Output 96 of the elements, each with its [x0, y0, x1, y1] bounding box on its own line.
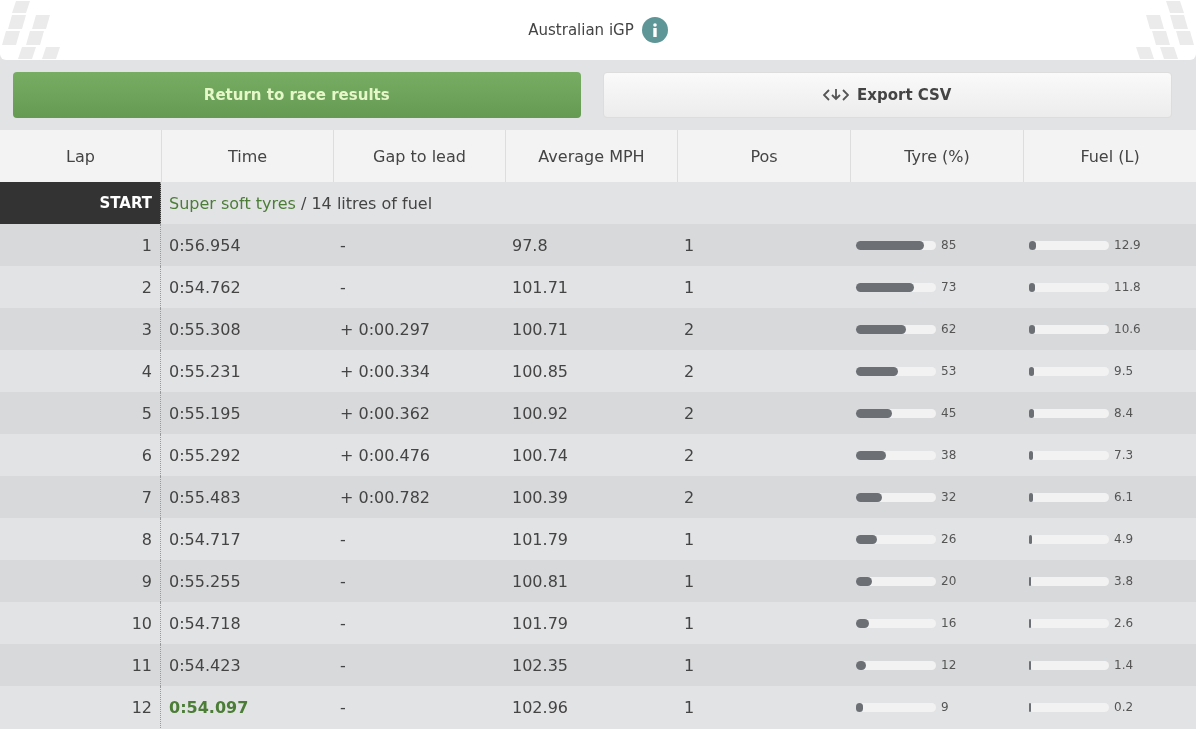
gap-value: -	[339, 235, 346, 255]
level-reading: 2.6	[1114, 616, 1134, 630]
export-button[interactable]: Export CSV	[602, 72, 1172, 118]
lap-time: 0:55.255	[168, 571, 241, 591]
lap-number: 10	[131, 613, 152, 633]
lap-number: 2	[141, 277, 152, 297]
level-reading: 38	[941, 448, 957, 462]
position-value: 2	[683, 487, 695, 507]
position-value: 1	[683, 613, 695, 633]
lap-time: 0:54.717	[168, 529, 241, 549]
lap-time: 0:54.097	[168, 697, 249, 717]
column-header: Average MPH	[505, 130, 677, 182]
gap-value: -	[339, 529, 346, 549]
level-reading: 85	[941, 238, 957, 252]
lap-number: 3	[141, 319, 152, 339]
start-label: START	[0, 182, 161, 224]
lap-time: 0:55.195	[168, 403, 241, 423]
mph-value: 100.85	[511, 361, 568, 381]
gap-value: -	[339, 655, 346, 675]
column-header: Fuel (L)	[1023, 130, 1196, 182]
mph-value: 100.39	[511, 487, 568, 507]
level-reading: 11.8	[1114, 280, 1141, 294]
lap-time: 0:55.292	[168, 445, 241, 465]
lap-number: 9	[141, 571, 152, 591]
mph-value: 100.74	[511, 445, 568, 465]
level-reading: 8.4	[1114, 406, 1134, 420]
level-reading: 3.8	[1114, 574, 1134, 588]
level-reading: 20	[941, 574, 957, 588]
level-reading: 12	[941, 658, 957, 672]
position-value: 2	[683, 445, 695, 465]
gap-value: + 0:00.297	[339, 319, 431, 339]
gap-value: -	[339, 277, 346, 297]
lap-number: 8	[141, 529, 152, 549]
position-value: 1	[683, 235, 695, 255]
column-header: Gap to lead	[333, 130, 505, 182]
level-reading: 9.5	[1114, 364, 1134, 378]
level-reading: 4.9	[1114, 532, 1134, 546]
mph-value: 101.79	[511, 529, 568, 549]
position-value: 1	[683, 529, 695, 549]
mph-value: 97.8	[511, 235, 548, 255]
position-value: 1	[683, 697, 695, 717]
position-value: 1	[683, 655, 695, 675]
level-reading: 62	[941, 322, 957, 336]
mph-value: 101.71	[511, 277, 568, 297]
level-reading: 45	[941, 406, 957, 420]
lap-number: 4	[141, 361, 152, 381]
lap-number: 6	[141, 445, 152, 465]
level-reading: 7.3	[1114, 448, 1134, 462]
lap-number: 1	[141, 235, 152, 255]
mph-value: 101.79	[511, 613, 568, 633]
column-header: Pos	[677, 130, 850, 182]
lap-number: 5	[141, 403, 152, 423]
mph-value: 102.35	[511, 655, 568, 675]
gap-value: + 0:00.334	[339, 361, 431, 381]
position-value: 2	[683, 361, 695, 381]
race-title: Australian iGP	[528, 21, 634, 39]
lap-time: 0:54.718	[168, 613, 241, 633]
mph-value: 100.81	[511, 571, 568, 591]
mph-value: 100.71	[511, 319, 568, 339]
level-reading: 0.2	[1114, 700, 1134, 714]
lap-number: 7	[141, 487, 152, 507]
column-header: Time	[161, 130, 333, 182]
position-value: 1	[683, 571, 695, 591]
level-reading: 53	[941, 364, 957, 378]
column-header: Tyre (%)	[850, 130, 1023, 182]
lap-time: 0:55.483	[168, 487, 241, 507]
column-header: Lap	[0, 130, 161, 182]
level-reading: 16	[941, 616, 957, 630]
level-reading: 32	[941, 490, 957, 504]
position-value: 2	[683, 319, 695, 339]
level-reading: 10.6	[1114, 322, 1141, 336]
gap-value: + 0:00.782	[339, 487, 431, 507]
gap-value: -	[339, 697, 346, 717]
lap-time: 0:56.954	[168, 235, 241, 255]
level-reading: 1.4	[1114, 658, 1134, 672]
info-icon[interactable]	[641, 17, 668, 43]
lap-number: 11	[131, 655, 152, 675]
lap-number: 12	[131, 697, 152, 717]
lap-time: 0:55.308	[168, 319, 241, 339]
mph-value: 100.92	[511, 403, 568, 423]
level-reading: 6.1	[1114, 490, 1134, 504]
position-value: 2	[683, 403, 695, 423]
lap-time: 0:54.762	[168, 277, 241, 297]
position-value: 1	[683, 277, 695, 297]
mph-value: 102.96	[511, 697, 568, 717]
level-reading: 26	[941, 532, 957, 546]
gap-value: + 0:00.476	[339, 445, 431, 465]
level-reading: 73	[941, 280, 957, 294]
gap-value: -	[339, 571, 346, 591]
level-reading: 9	[941, 700, 949, 714]
gap-value: + 0:00.362	[339, 403, 431, 423]
lap-time: 0:55.231	[168, 361, 241, 381]
export-icon	[823, 88, 849, 102]
level-reading: 12.9	[1114, 238, 1141, 252]
lap-time: 0:54.423	[168, 655, 241, 675]
gap-value: -	[339, 613, 346, 633]
